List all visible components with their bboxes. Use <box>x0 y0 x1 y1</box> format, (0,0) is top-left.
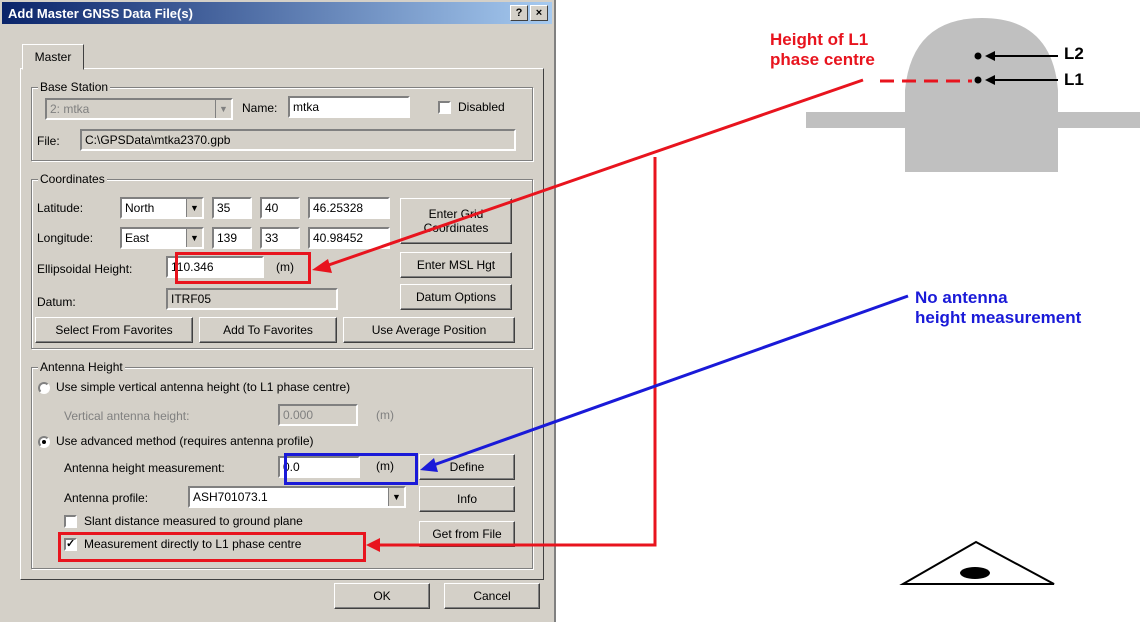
l1-label: L1 <box>1064 70 1084 89</box>
no-antenna-pointer-arrowhead-icon <box>420 458 438 472</box>
no-antenna-pointer-line <box>427 294 909 469</box>
height-l1-annotation: Height of L1 phase centre <box>770 30 875 70</box>
l2-point <box>974 52 982 60</box>
antenna-dome-icon <box>905 18 1058 172</box>
l2-label: L2 <box>1064 44 1084 63</box>
height-l1-line1: Height of L1 <box>770 30 869 49</box>
ellipsoidal-pointer-line <box>319 78 864 270</box>
direct-l1-pointer-arrowhead-icon <box>366 538 380 552</box>
l1-point <box>974 76 982 84</box>
direct-l1-pointer-line <box>374 157 657 547</box>
no-antenna-line1: No antenna <box>915 288 1008 307</box>
ellipsoidal-pointer-arrowhead-icon <box>312 259 332 273</box>
no-antenna-annotation: No antenna height measurement <box>915 288 1081 328</box>
no-antenna-line2: height measurement <box>915 308 1082 327</box>
tab-master[interactable]: Master <box>22 44 84 70</box>
ground-marker-dot <box>960 567 990 579</box>
height-l1-line2: phase centre <box>770 50 875 69</box>
